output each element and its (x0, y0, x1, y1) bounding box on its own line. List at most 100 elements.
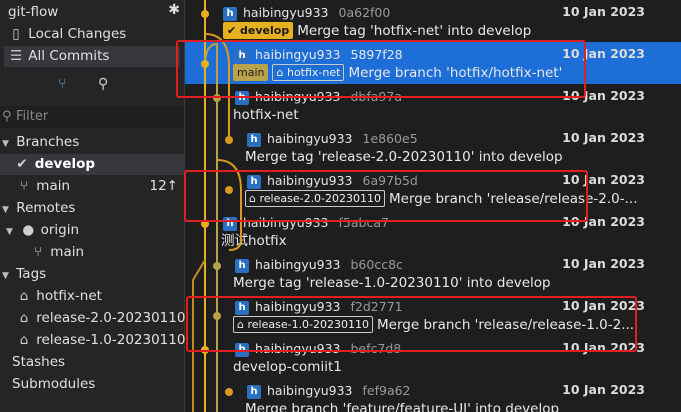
search-icon[interactable]: ⚲ (98, 76, 108, 92)
caret-down-icon: ▼ (2, 205, 9, 215)
submodules-header: Submodules (12, 376, 96, 392)
ref-name: hotfix-net (286, 66, 341, 79)
commit-message: develop-comiit1 (233, 359, 342, 375)
tag-icon: ⌂ (19, 310, 29, 326)
branch-filter-icon[interactable]: ⑂ (58, 76, 66, 92)
stashes-section[interactable]: Stashes (12, 352, 184, 373)
avatar: h (247, 174, 261, 189)
nav-all-commits-label: All Commits (28, 48, 110, 64)
ref-name: release-2.0-20230110 (259, 192, 382, 205)
commit-date: 10 Jan 2023 (562, 382, 645, 397)
ref-name: release-1.0-20230110 (247, 318, 370, 331)
remotes-section[interactable]: ▼ Remotes (2, 198, 184, 219)
commit-header: h haibingyu933 dbfa97a (235, 88, 402, 106)
commit-hash: befc7d8 (350, 341, 402, 356)
commit-author: haibingyu933 (255, 47, 341, 62)
commit-list[interactable]: h haibingyu933 0a62f00 10 Jan 2023 ✔ devel… (185, 0, 681, 412)
commit-dot (225, 186, 233, 194)
commit-message: Merge tag 'release-1.0-20230110' into de… (233, 275, 551, 291)
tag-label[interactable]: ⌂ release-1.0-20230110 (233, 316, 374, 333)
tag-label[interactable]: ⌂ release-2.0-20230110 (245, 190, 386, 207)
commit-message: Merge branch 'release/release-2.0-... (389, 191, 638, 207)
remotes-header: Remotes (16, 200, 76, 216)
commit-message-line: main ⌂ hotfix-net Merge branch 'hotfix/hot… (233, 64, 562, 82)
commit-date: 10 Jan 2023 (562, 130, 645, 145)
commit-dot (201, 10, 209, 18)
commit-row[interactable]: h haibingyu933 f5abca7 10 Jan 2023 测试hotfi… (185, 210, 681, 252)
tag-item[interactable]: ⌂ release-1.0-20230110 (16, 330, 186, 351)
commit-dot (201, 220, 209, 228)
repo-title-text: git-flow (8, 4, 59, 20)
commit-row[interactable]: h haibingyu933 b60cc8c 10 Jan 2023 Merge t… (185, 252, 681, 294)
commit-author: haibingyu933 (243, 5, 329, 20)
commit-row-selected[interactable]: h haibingyu933 5897f28 10 Jan 2023 main ⌂ h… (185, 42, 681, 84)
tag-item[interactable]: ⌂ hotfix-net (16, 286, 184, 307)
branches-header: Branches (16, 134, 80, 150)
commit-row[interactable]: h haibingyu933 1e860e5 10 Jan 2023 Merge t… (185, 126, 681, 168)
commit-header: h haibingyu933 6a97b5d (247, 172, 418, 190)
commit-author: haibingyu933 (267, 131, 353, 146)
tags-header: Tags (16, 266, 47, 282)
check-icon: ✔ (16, 156, 28, 172)
branch-icon: ⑂ (19, 178, 29, 194)
remote-branch-name: main (50, 244, 85, 260)
commit-row[interactable]: h haibingyu933 f2d2771 10 Jan 2023 ⌂ relea… (185, 294, 681, 336)
sidebar: git-flow ✱ ▯ Local Changes ☰ All Commits… (0, 0, 185, 412)
branch-icon: ⑂ (33, 244, 43, 260)
nav-all-commits[interactable]: ☰ All Commits (4, 46, 180, 67)
commit-message-line: ✔ develop Merge tag 'hotfix-net' into dev… (223, 22, 531, 40)
branches-section[interactable]: ▼ Branches (2, 132, 184, 153)
tag-item[interactable]: ⌂ release-2.0-20230110 (16, 308, 186, 329)
commit-header: h haibingyu933 fef9a62 (247, 382, 411, 400)
commit-message: Merge tag 'hotfix-net' into develop (297, 23, 532, 39)
filter-input[interactable]: ⚲ Filter (0, 106, 184, 128)
commit-date: 10 Jan 2023 (562, 298, 645, 313)
commit-hash: b60cc8c (350, 257, 403, 272)
remote-branch-main[interactable]: ⑂ main (30, 242, 184, 263)
commit-dot (225, 136, 233, 144)
commit-author: haibingyu933 (267, 173, 353, 188)
document-icon: ▯ (12, 26, 20, 42)
commit-row[interactable]: h haibingyu933 6a97b5d 10 Jan 2023 ⌂ relea… (185, 168, 681, 210)
github-icon: ● (22, 222, 35, 238)
commit-dot (201, 346, 209, 354)
branch-name: develop (34, 156, 96, 172)
commit-row[interactable]: h haibingyu933 fef9a62 10 Jan 2023 Merge b… (185, 378, 681, 412)
nav-local-changes[interactable]: ▯ Local Changes (8, 24, 184, 45)
tags-section[interactable]: ▼ Tags (2, 264, 184, 285)
remote-name: origin (40, 222, 80, 238)
gear-icon[interactable]: ✱ (168, 2, 180, 18)
commit-author: haibingyu933 (255, 299, 341, 314)
commit-header: h haibingyu933 befc7d8 (235, 340, 401, 358)
commit-row[interactable]: h haibingyu933 dbfa97a 10 Jan 2023 hotfix-… (185, 84, 681, 126)
commit-message: Merge tag 'release-2.0-20230110' into de… (245, 149, 563, 165)
tag-icon: ⌂ (276, 66, 287, 79)
commit-author: haibingyu933 (255, 89, 341, 104)
search-icon: ⚲ (2, 109, 12, 124)
commit-row[interactable]: h haibingyu933 0a62f00 10 Jan 2023 ✔ devel… (185, 0, 681, 42)
avatar: h (247, 132, 261, 147)
branch-item-main[interactable]: ⑂ main 12↑ (16, 176, 184, 197)
repo-title[interactable]: git-flow (8, 2, 184, 23)
commit-date: 10 Jan 2023 (562, 4, 645, 19)
commit-author: haibingyu933 (255, 341, 341, 356)
remote-item-origin[interactable]: ▼ ● origin (6, 220, 184, 241)
branch-item-develop[interactable]: ✔ develop (0, 154, 184, 175)
commit-hash: fef9a62 (362, 383, 411, 398)
caret-down-icon: ▼ (2, 271, 9, 281)
commit-dot (213, 262, 221, 270)
commit-hash: 6a97b5d (362, 173, 418, 188)
commit-author: haibingyu933 (243, 215, 329, 230)
commit-row[interactable]: h haibingyu933 befc7d8 10 Jan 2023 develop… (185, 336, 681, 378)
commit-header: h haibingyu933 f5abca7 (223, 214, 389, 232)
submodules-section[interactable]: Submodules (12, 374, 184, 395)
tag-label[interactable]: ⌂ hotfix-net (272, 64, 345, 81)
commit-dot (225, 388, 233, 396)
commit-date: 10 Jan 2023 (562, 88, 645, 103)
sidebar-toolbar: ⑂ ⚲ (0, 74, 184, 98)
commit-header: h haibingyu933 0a62f00 (223, 4, 390, 22)
ahead-count-badge: 12↑ (149, 178, 179, 194)
branch-name: main (36, 178, 71, 194)
tag-icon: ⌂ (19, 332, 29, 348)
tag-name: release-1.0-20230110 (36, 332, 186, 348)
